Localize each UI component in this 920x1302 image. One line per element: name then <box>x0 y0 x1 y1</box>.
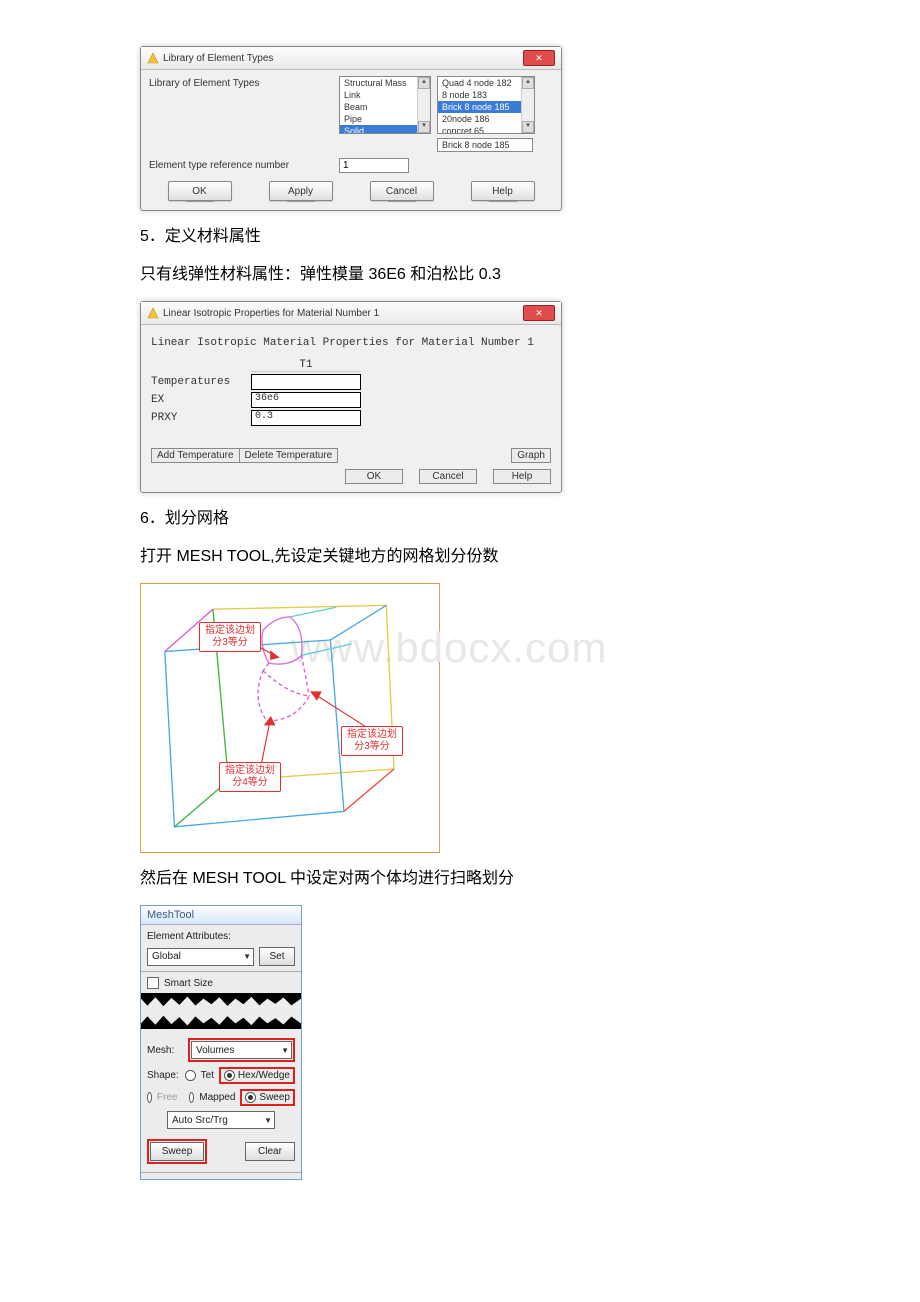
chevron-down-icon: ▼ <box>281 1046 289 1055</box>
material-dialog: Linear Isotropic Properties for Material… <box>140 301 562 493</box>
add-temperature-button[interactable]: Add Temperature <box>151 448 240 463</box>
free-label: Free <box>157 1092 178 1103</box>
free-radio[interactable] <box>147 1092 152 1103</box>
section-heading: 6．划分网格 <box>140 507 780 531</box>
tet-radio[interactable] <box>185 1070 195 1081</box>
callout-right: 指定该边划 分3等分 <box>341 726 403 756</box>
scrollbar[interactable]: ▴ ▾ <box>417 77 430 133</box>
ref-number-input[interactable] <box>339 158 409 173</box>
torn-section <box>141 995 301 1027</box>
dialog-title: Library of Element Types <box>163 53 273 64</box>
set-button[interactable]: Set <box>259 947 295 966</box>
list-item[interactable]: Structural Mass <box>340 77 417 89</box>
ex-label: EX <box>151 394 251 406</box>
hex-radio[interactable] <box>224 1070 235 1081</box>
help-button[interactable]: Help <box>493 469 551 484</box>
ansys-icon <box>147 52 159 64</box>
column-header: T1 <box>251 359 361 372</box>
dialog-title: Linear Isotropic Properties for Material… <box>163 308 379 319</box>
list-item[interactable]: Solid <box>340 125 417 133</box>
category-listbox[interactable]: Structural Mass Link Beam Pipe Solid She… <box>339 76 431 134</box>
ex-input[interactable]: 36e6 <box>251 392 361 408</box>
shape-label: Shape: <box>147 1070 180 1081</box>
help-button[interactable]: Help <box>471 181 535 201</box>
close-icon[interactable]: ✕ <box>523 305 555 321</box>
smart-size-label: Smart Size <box>164 978 213 989</box>
dialog-titlebar: Library of Element Types ✕ <box>141 47 561 70</box>
scroll-down-icon[interactable]: ▾ <box>522 121 534 133</box>
cancel-button[interactable]: Cancel <box>370 181 434 201</box>
list-item[interactable]: 8 node 183 <box>438 89 521 101</box>
dialog-heading: Linear Isotropic Material Properties for… <box>151 337 551 349</box>
src-trg-combo[interactable]: Auto Src/Trg ▼ <box>167 1111 275 1129</box>
delete-temperature-button[interactable]: Delete Temperature <box>240 448 339 463</box>
meshtool-title: MeshTool <box>141 906 301 925</box>
element-types-dialog: Library of Element Types ✕ Library of El… <box>140 46 562 211</box>
list-item[interactable]: Quad 4 node 182 <box>438 77 521 89</box>
hex-label: Hex/Wedge <box>238 1070 290 1081</box>
mesh-label: Mesh: <box>147 1045 183 1056</box>
subtype-listbox[interactable]: Quad 4 node 182 8 node 183 Brick 8 node … <box>437 76 535 134</box>
callout-left: 指定该边划 分4等分 <box>219 762 281 792</box>
list-item[interactable]: Link <box>340 89 417 101</box>
combo-value: Auto Src/Trg <box>172 1115 228 1126</box>
body-text: 然后在 MESH TOOL 中设定对两个体均进行扫略划分 <box>140 867 780 891</box>
sweep-radio-label: Sweep <box>259 1092 290 1103</box>
mapped-label: Mapped <box>199 1092 235 1103</box>
dialog-titlebar: Linear Isotropic Properties for Material… <box>141 302 561 325</box>
smart-size-checkbox[interactable] <box>147 977 159 989</box>
sweep-button[interactable]: Sweep <box>150 1142 204 1161</box>
mapped-radio[interactable] <box>189 1092 194 1103</box>
cancel-button[interactable]: Cancel <box>419 469 477 484</box>
section-heading: 5．定义材料属性 <box>140 225 780 249</box>
scroll-down-icon[interactable]: ▾ <box>418 121 430 133</box>
chevron-down-icon: ▼ <box>243 952 251 961</box>
apply-button[interactable]: Apply <box>269 181 333 201</box>
ansys-icon <box>147 307 159 319</box>
list-item[interactable]: Beam <box>340 101 417 113</box>
body-text: 打开 MESH TOOL,先设定关键地方的网格划分份数 <box>140 545 780 569</box>
prxy-label: PRXY <box>151 412 251 424</box>
global-combo[interactable]: Global ▼ <box>147 948 254 966</box>
mesh-target-combo[interactable]: Volumes ▼ <box>191 1041 292 1059</box>
selected-output: Brick 8 node 185 <box>437 138 533 152</box>
elem-attr-label: Element Attributes: <box>147 931 295 942</box>
meshtool-panel: MeshTool Element Attributes: Global ▼ Set… <box>140 905 302 1180</box>
prxy-input[interactable]: 0.3 <box>251 410 361 426</box>
list-item[interactable]: concret 65 <box>438 125 521 133</box>
scroll-up-icon[interactable]: ▴ <box>418 77 430 89</box>
mesh-cube-figure: www.bdocx.com <box>140 583 440 853</box>
graph-button[interactable]: Graph <box>511 448 551 463</box>
ok-button[interactable]: OK <box>345 469 403 484</box>
callout-top: 指定该边划 分3等分 <box>199 622 261 652</box>
combo-value: Volumes <box>196 1045 234 1056</box>
close-icon[interactable]: ✕ <box>523 50 555 66</box>
ref-label: Element type reference number <box>149 158 339 171</box>
combo-value: Global <box>152 951 181 962</box>
scroll-up-icon[interactable]: ▴ <box>522 77 534 89</box>
temp-input[interactable] <box>251 374 361 390</box>
tet-label: Tet <box>201 1070 214 1081</box>
scrollbar[interactable]: ▴ ▾ <box>521 77 534 133</box>
chevron-down-icon: ▼ <box>264 1116 272 1125</box>
sweep-radio[interactable] <box>245 1092 256 1103</box>
cube-svg <box>145 588 435 848</box>
list-item[interactable]: Brick 8 node 185 <box>438 101 521 113</box>
list-item[interactable]: Pipe <box>340 113 417 125</box>
list-item[interactable]: 20node 186 <box>438 113 521 125</box>
clear-button[interactable]: Clear <box>245 1142 295 1161</box>
row-label: Library of Element Types <box>149 76 339 89</box>
temps-label: Temperatures <box>151 376 251 388</box>
ok-button[interactable]: OK <box>168 181 232 201</box>
body-text: 只有线弹性材料属性：弹性模量 36E6 和泊松比 0.3 <box>140 263 780 287</box>
